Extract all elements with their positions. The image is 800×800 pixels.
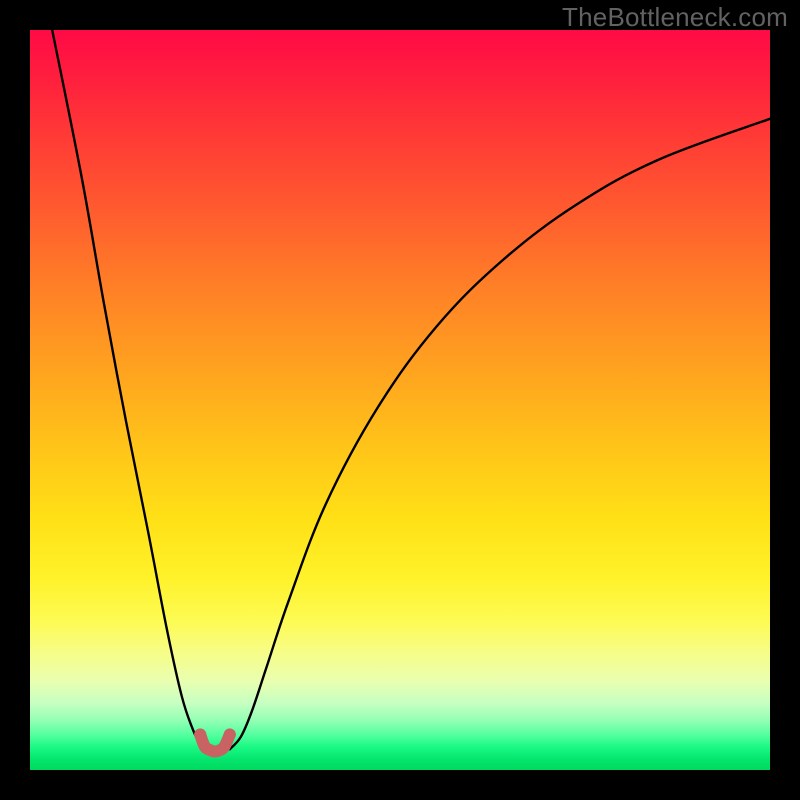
valley-cap-left bbox=[194, 728, 206, 740]
watermark-text: TheBottleneck.com bbox=[562, 2, 788, 33]
plot-area bbox=[30, 30, 770, 770]
right-branch-curve bbox=[230, 119, 770, 749]
chart-frame: TheBottleneck.com bbox=[0, 0, 800, 800]
valley-cap-right bbox=[224, 728, 236, 740]
curve-layer bbox=[30, 30, 770, 770]
left-branch-curve bbox=[52, 30, 207, 749]
